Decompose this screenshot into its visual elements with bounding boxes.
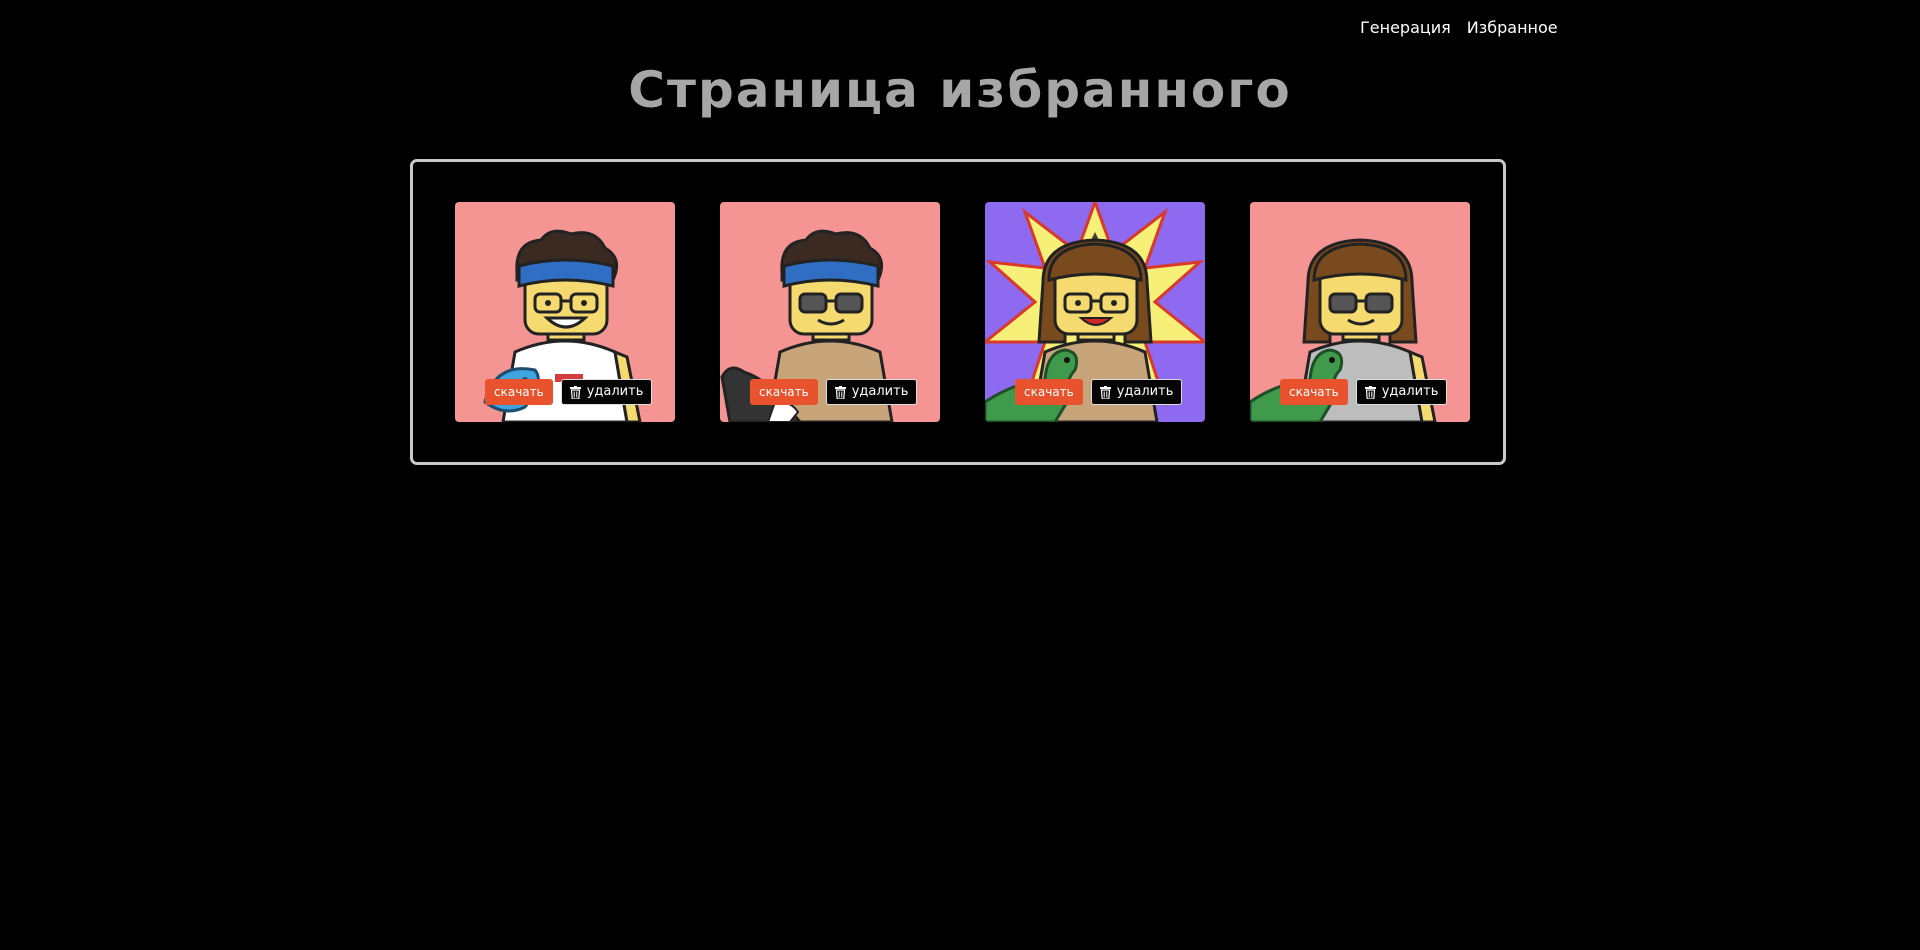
favorites-panel: скачать удалить скачать удалить скачать …	[410, 159, 1506, 465]
delete-button[interactable]: удалить	[1090, 379, 1183, 405]
card-actions: скачать удалить	[1280, 379, 1448, 405]
favorite-card: скачать удалить	[455, 202, 675, 422]
download-button[interactable]: скачать	[485, 379, 553, 405]
trash-icon	[1364, 385, 1376, 399]
delete-button-label: удалить	[1381, 384, 1439, 399]
card-actions: скачать удалить	[485, 379, 653, 405]
favorites-page: Генерация Избранное Страница избранного	[0, 0, 1920, 950]
card-actions: скачать удалить	[750, 379, 918, 405]
download-button[interactable]: скачать	[1015, 379, 1083, 405]
download-button[interactable]: скачать	[1280, 379, 1348, 405]
favorite-card: скачать удалить	[1250, 202, 1470, 422]
nav-link-favorites[interactable]: Избранное	[1467, 18, 1558, 37]
delete-button-label: удалить	[851, 384, 909, 399]
trash-icon	[1099, 385, 1111, 399]
delete-button[interactable]: удалить	[825, 379, 918, 405]
delete-button[interactable]: удалить	[1355, 379, 1448, 405]
download-button[interactable]: скачать	[750, 379, 818, 405]
delete-button-label: удалить	[586, 384, 644, 399]
trash-icon	[569, 385, 581, 399]
delete-button-label: удалить	[1116, 384, 1174, 399]
trash-icon	[834, 385, 846, 399]
card-actions: скачать удалить	[1015, 379, 1183, 405]
favorite-card: скачать удалить	[720, 202, 940, 422]
favorite-card: скачать удалить	[985, 202, 1205, 422]
delete-button[interactable]: удалить	[560, 379, 653, 405]
top-navigation: Генерация Избранное	[1360, 18, 1558, 37]
page-title: Страница избранного	[628, 61, 1292, 119]
nav-link-generation[interactable]: Генерация	[1360, 18, 1451, 37]
